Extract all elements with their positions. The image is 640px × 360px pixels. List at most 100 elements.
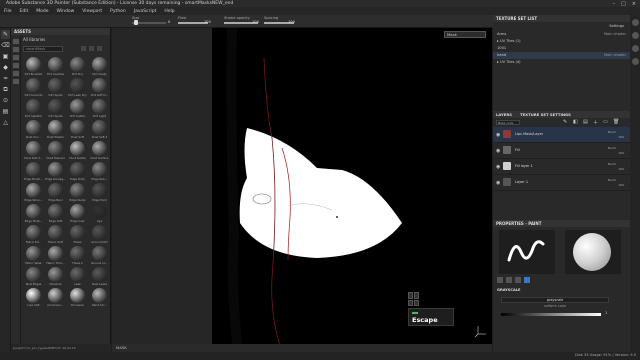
viewport-mode-select[interactable]: Mask [444,31,486,38]
texture-set-row[interactable]: ▸ UV Tiles (1) [493,38,630,45]
grayscale-slider[interactable] [501,313,601,316]
layer-blend-mode[interactable]: Norm [608,130,616,134]
asset-item[interactable]: Rust Leaks [89,266,110,287]
asset-item[interactable]: Moisture [45,266,66,287]
paint-brush-icon[interactable]: ✎ [1,30,10,39]
asset-item[interactable]: Dirt Dry [67,56,88,77]
layer-opacity[interactable]: 100 [618,183,624,187]
asset-item[interactable]: Dust Soft 3... [23,140,44,161]
asset-item[interactable]: Edge Stron... [23,182,44,203]
close-icon[interactable]: × [632,1,636,7]
asset-item[interactable]: Edge Rub... [89,161,110,182]
stroke-opacity-value[interactable]: 100 [252,20,259,24]
layer-row[interactable]: ◉ Fill Norm 100 [493,143,630,159]
asset-item[interactable]: Edge Hard [89,182,110,203]
dock-icon[interactable] [631,19,639,26]
layer-opacity[interactable]: 100 [618,135,624,139]
size-slider-knob[interactable] [134,20,138,25]
grid-view-icon[interactable] [89,46,94,51]
visibility-eye-icon[interactable]: ◉ [496,132,500,138]
asset-item[interactable]: Edge Strat... [23,203,44,224]
layer-row[interactable]: ◉ Layer 1 Norm 100 [493,175,630,191]
category-icon[interactable] [13,71,19,76]
asset-item[interactable]: Flaws [67,224,88,245]
add-effect-icon[interactable]: ✎ [563,119,569,125]
dock-icon[interactable] [631,32,639,39]
tab-texture-set-settings[interactable]: TEXTURE SET SETTINGS [520,111,571,118]
layer-opacity[interactable]: 100 [618,151,624,155]
menu-viewport[interactable]: Viewport [82,9,102,14]
texture-set-shader[interactable]: Main shader [604,31,626,38]
grayscale-field[interactable]: grayscale [501,297,609,303]
asset-item[interactable]: Paint Scr... [89,287,110,308]
clone-icon[interactable]: ⧉ [1,85,10,94]
asset-item[interactable]: Fabric Wear [23,245,44,266]
polygon-fill-icon[interactable]: ◆ [1,63,10,72]
asset-search-input[interactable]: smartMask [23,46,63,52]
asset-item[interactable]: Ground Dirt [89,224,110,245]
asset-item[interactable]: Ground Lo... [89,245,110,266]
asset-item[interactable]: Dust Surface [89,140,110,161]
brush-mode-icon[interactable] [506,277,512,283]
category-icon[interactable] [13,55,19,60]
grayscale-value[interactable]: 1 [605,311,607,315]
maximize-icon[interactable]: □ [621,1,626,7]
layer-blend-mode[interactable]: Norm [608,162,616,166]
tab-layers[interactable]: LAYERS [496,111,512,118]
visibility-eye-icon[interactable]: ◉ [496,148,500,154]
dock-icon[interactable] [631,58,639,65]
eraser-icon[interactable]: ⌫ [1,41,10,50]
category-icon[interactable] [13,79,19,84]
asset-item[interactable]: Lips Soft [23,287,44,308]
asset-item[interactable]: Dirt Dusty [89,56,110,77]
menu-edit[interactable]: Edit [20,9,29,14]
dock-icon[interactable] [631,45,639,52]
smudge-icon[interactable]: ≈ [1,74,10,83]
asset-item[interactable]: Dirt Grounds [23,77,44,98]
asset-item[interactable]: Edge Bevl [45,182,66,203]
asset-item[interactable]: Edge Dirty [67,161,88,182]
asset-item[interactable]: Fabric Thre... [45,245,66,266]
filter-icon[interactable] [81,46,86,51]
menu-javascript[interactable]: JavaScript [134,9,157,14]
add-layer-icon[interactable]: ＋ [593,119,599,126]
flow-value[interactable]: 100 [204,20,211,24]
spacing-value[interactable]: 100 [288,20,295,24]
asset-item[interactable]: eye [89,203,110,224]
layer-blend-mode[interactable]: Norm [608,178,616,182]
list-view-icon[interactable] [97,46,102,51]
asset-item[interactable]: Dirt Cavities [45,56,66,77]
add-fill-icon[interactable]: ▤ [583,119,589,125]
menu-window[interactable]: Window [57,9,75,14]
asset-item[interactable]: Dirt Subtle [67,98,88,119]
asset-item[interactable]: Flaws 2 [67,245,88,266]
asset-item[interactable]: Edge User [67,203,88,224]
category-icon[interactable] [13,63,19,68]
asset-item[interactable]: Fabric Ed... [23,224,44,245]
texture-set-row[interactable]: ▸ UV Tiles (4) [493,59,630,66]
asset-item[interactable]: Dust Subtle [67,140,88,161]
asset-item[interactable]: Edge Soft [45,203,66,224]
layer-opacity[interactable]: 100 [618,167,624,171]
bake-icon[interactable]: ▤ [1,107,10,116]
asset-item[interactable]: Dust Occ... [23,119,44,140]
asset-item[interactable]: Dirt Soft D... [89,77,110,98]
asset-item[interactable]: Dirt Spots [45,98,66,119]
minimize-icon[interactable]: – [613,1,616,7]
library-selector[interactable]: All libraries [23,37,45,42]
add-mask-icon[interactable]: ◧ [573,119,579,125]
size-value[interactable]: 0 [168,20,170,24]
add-folder-icon[interactable]: ▭ [603,119,609,125]
texture-set-row[interactable]: Arms Main shader [493,31,630,38]
asset-item[interactable]: Rust Edges [23,266,44,287]
material-mode-icon[interactable] [497,277,503,283]
layer-blend-mode[interactable]: Norm [608,146,616,150]
asset-item[interactable]: Dust Plaster [45,119,66,140]
menu-mode[interactable]: Mode [36,9,48,14]
asset-item[interactable]: Fabric Soft [45,224,66,245]
asset-item[interactable]: Edge Damag... [45,161,66,182]
asset-item[interactable]: Edge Brush... [23,161,44,182]
texture-set-row[interactable]: head Main shader [493,52,630,59]
3d-viewport[interactable]: Mask Escape [112,28,492,352]
geometry-icon[interactable]: △ [1,118,10,127]
